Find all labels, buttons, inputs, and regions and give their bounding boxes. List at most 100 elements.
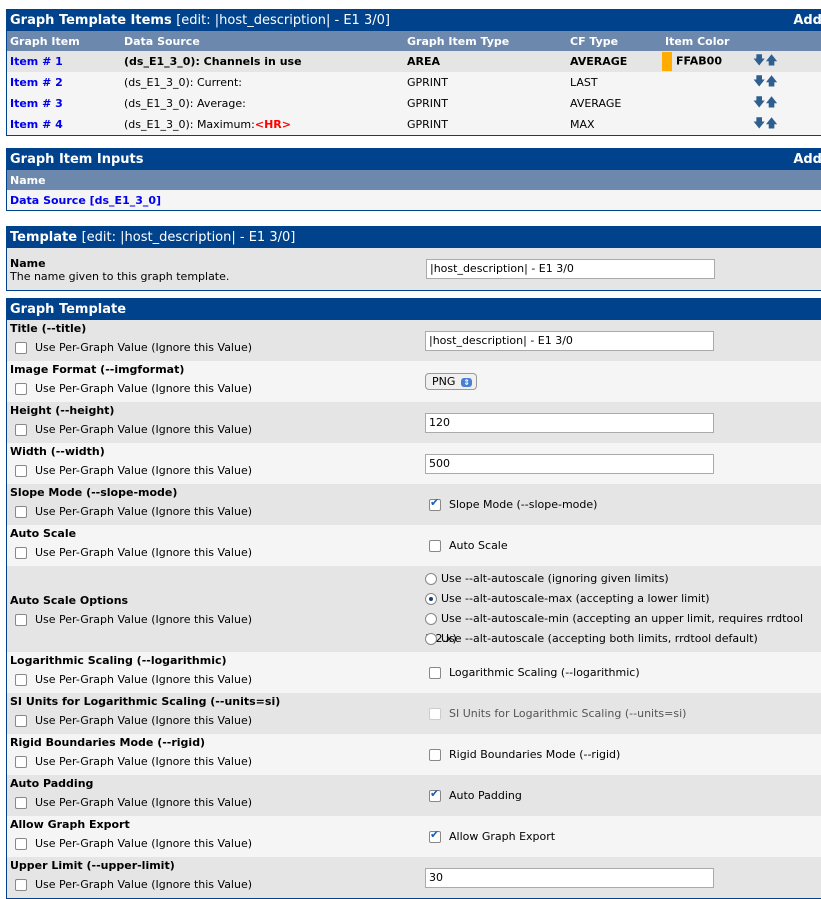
per-graph-label: Use Per-Graph Value (Ignore this Value) — [35, 464, 252, 477]
col-data-source: Data Source — [121, 31, 404, 51]
data-source-input-link[interactable]: Data Source [ds_E1_3_0] — [10, 194, 161, 207]
autoscale-option-label: Use --alt-autoscale (accepting both limi… — [441, 632, 758, 645]
name-description: The name given to this graph template. — [10, 270, 422, 283]
per-graph-label: Use Per-Graph Value (Ignore this Value) — [35, 546, 252, 559]
per-graph-checkbox[interactable] — [15, 674, 27, 686]
padding-checkbox[interactable] — [429, 790, 441, 802]
field-row-autoscale: Auto Scale Use Per-Graph Value (Ignore th… — [7, 525, 821, 566]
per-graph-checkbox[interactable] — [15, 879, 27, 891]
table-row: Item # 1 (ds_E1_3_0): Channels in use AR… — [7, 51, 821, 72]
per-graph-checkbox[interactable] — [15, 465, 27, 477]
autoscale-option-radio[interactable] — [425, 613, 437, 625]
field-row-padding: Auto Padding Use Per-Graph Value (Ignore … — [7, 775, 821, 816]
per-graph-label: Use Per-Graph Value (Ignore this Value) — [35, 613, 252, 626]
per-graph-label: Use Per-Graph Value (Ignore this Value) — [35, 796, 252, 809]
imgformat-select[interactable]: PNG⇕ — [425, 373, 477, 390]
field-row-title: Title (--title) Use Per-Graph Value (Igno… — [7, 320, 821, 361]
name-label: Name — [10, 257, 422, 270]
table-row: Item # 4 (ds_E1_3_0): Maximum:<HR> GPRIN… — [7, 114, 821, 136]
rigid-checkbox[interactable] — [429, 749, 441, 761]
item-link[interactable]: Item # 4 — [10, 118, 63, 131]
per-graph-checkbox[interactable] — [15, 756, 27, 768]
export-checkbox[interactable] — [429, 831, 441, 843]
col-item-color: Item Color — [662, 31, 750, 51]
width-input[interactable]: 500 — [425, 454, 714, 474]
per-graph-label: Use Per-Graph Value (Ignore this Value) — [35, 878, 252, 891]
autoscale-option-radio[interactable] — [425, 633, 437, 645]
autoscale-checkbox[interactable] — [429, 540, 441, 552]
section-edit: [edit: |host_description| - E1 3/0] — [176, 13, 390, 28]
field-row-rigid: Rigid Boundaries Mode (--rigid)Use Per-G… — [7, 734, 821, 775]
log-checkbox[interactable] — [429, 667, 441, 679]
item-link[interactable]: Item # 3 — [10, 97, 63, 110]
per-graph-checkbox[interactable] — [15, 424, 27, 436]
graph-item-inputs-table: Graph Item InputsAdd Name Data Source [d… — [6, 148, 821, 211]
move-up-icon[interactable]: 🡅 — [765, 74, 777, 88]
per-graph-label: Use Per-Graph Value (Ignore this Value) — [35, 755, 252, 768]
data-source: (ds_E1_3_0): Channels in use — [124, 55, 302, 68]
autoscale-option-label: Use --alt-autoscale (ignoring given limi… — [441, 572, 669, 585]
move-up-icon[interactable]: 🡅 — [765, 95, 777, 109]
height-input[interactable]: 120 — [425, 413, 714, 433]
per-graph-label: Use Per-Graph Value (Ignore this Value) — [35, 341, 252, 354]
cf-type: AVERAGE — [567, 93, 662, 114]
per-graph-checkbox[interactable] — [15, 342, 27, 354]
imgformat-label: Image Format (--imgformat) — [10, 363, 422, 376]
move-down-icon[interactable]: 🡇 — [753, 53, 765, 67]
padding-checkbox-label: Auto Padding — [449, 789, 522, 802]
item-link[interactable]: Item # 2 — [10, 76, 63, 89]
per-graph-checkbox[interactable] — [15, 715, 27, 727]
per-graph-label: Use Per-Graph Value (Ignore this Value) — [35, 714, 252, 727]
per-graph-checkbox[interactable] — [15, 614, 27, 626]
move-down-icon[interactable]: 🡇 — [753, 95, 765, 109]
autoscale-checkbox-label: Auto Scale — [449, 539, 508, 552]
per-graph-checkbox[interactable] — [15, 838, 27, 850]
slope-checkbox[interactable] — [429, 499, 441, 511]
field-row-imgformat: Image Format (--imgformat) Use Per-Graph … — [7, 361, 821, 402]
graph-template-table: Graph Template Title (--title)Use Per-Gr… — [6, 298, 821, 899]
section-title: Template — [10, 230, 77, 245]
add-input-link[interactable]: Add — [793, 152, 821, 167]
move-down-icon[interactable]: 🡇 — [753, 74, 765, 88]
autoscale-option-radio[interactable] — [425, 593, 437, 605]
hr-marker: <HR> — [255, 118, 291, 131]
graph-item-type: GPRINT — [404, 93, 567, 114]
section-title: Graph Template Items — [10, 13, 172, 28]
graph-item-type: GPRINT — [404, 72, 567, 93]
per-graph-label: Use Per-Graph Value (Ignore this Value) — [35, 423, 252, 436]
si-label: SI Units for Logarithmic Scaling (--unit… — [10, 695, 422, 708]
per-graph-label: Use Per-Graph Value (Ignore this Value) — [35, 505, 252, 518]
field-row-log: Logarithmic Scaling (--logarithmic)Use P… — [7, 652, 821, 693]
move-down-icon[interactable]: 🡇 — [753, 116, 765, 130]
col-graph-item-type: Graph Item Type — [404, 31, 567, 51]
width-label: Width (--width) — [10, 445, 422, 458]
field-row-width: Width (--width) Use Per-Graph Value (Igno… — [7, 443, 821, 484]
table-row: Item # 2 (ds_E1_3_0): Current: GPRINT LA… — [7, 72, 821, 93]
data-source: (ds_E1_3_0): Maximum: — [124, 118, 255, 131]
per-graph-checkbox[interactable] — [15, 506, 27, 518]
autoscale-option-radio[interactable] — [425, 573, 437, 585]
export-label: Allow Graph Export — [10, 818, 422, 831]
title-input[interactable]: |host_description| - E1 3/0 — [425, 331, 714, 351]
move-up-icon[interactable]: 🡅 — [765, 116, 777, 130]
section-title: Graph Item Inputs — [10, 152, 144, 167]
graph-item-type: GPRINT — [404, 114, 567, 136]
name-input[interactable]: |host_description| - E1 3/0 — [426, 259, 715, 279]
per-graph-checkbox[interactable] — [15, 547, 27, 559]
add-item-link[interactable]: Add — [793, 13, 821, 28]
item-link[interactable]: Item # 1 — [10, 55, 63, 68]
cf-type: AVERAGE — [567, 51, 662, 72]
graph-item-type: AREA — [404, 51, 567, 72]
export-checkbox-label: Allow Graph Export — [449, 830, 555, 843]
per-graph-checkbox[interactable] — [15, 797, 27, 809]
per-graph-label: Use Per-Graph Value (Ignore this Value) — [35, 382, 252, 395]
color-swatch — [662, 52, 672, 71]
section-edit: [edit: |host_description| - E1 3/0] — [82, 230, 296, 245]
per-graph-checkbox[interactable] — [15, 383, 27, 395]
autoscale-option-label: Use --alt-autoscale-max (accepting a low… — [441, 592, 710, 605]
title-label: Title (--title) — [10, 322, 422, 335]
upper-input[interactable]: 30 — [425, 868, 714, 888]
per-graph-label: Use Per-Graph Value (Ignore this Value) — [35, 837, 252, 850]
move-up-icon[interactable]: 🡅 — [765, 53, 777, 67]
field-row-si: SI Units for Logarithmic Scaling (--unit… — [7, 693, 821, 734]
